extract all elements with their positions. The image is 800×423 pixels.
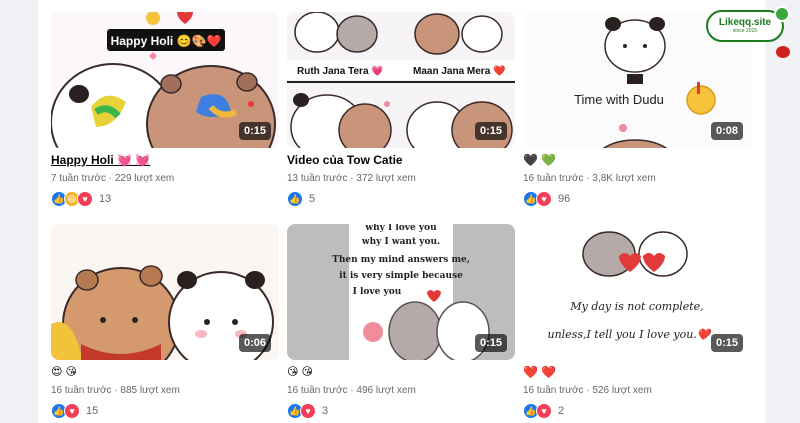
- title-hearts: 💓 💓: [117, 153, 151, 167]
- video-thumbnail[interactable]: My day is not complete, unless,I tell yo…: [523, 224, 751, 360]
- video-card[interactable]: why I love you why I want you. Then my m…: [287, 224, 515, 420]
- video-title[interactable]: 🖤 💚: [523, 153, 751, 170]
- reaction-count: 15: [86, 405, 99, 417]
- video-duration: 0:06: [238, 334, 271, 352]
- video-duration: 0:15: [238, 122, 271, 140]
- video-card[interactable]: Happy Holi 😊🎨❤️ 0:15 Happy Holi 💓 💓 7 tu…: [51, 12, 279, 208]
- love-reaction-icon: ♥: [300, 403, 316, 419]
- watermark-box: Likeqq.site since 2015: [706, 10, 784, 42]
- video-meta: 16 tuần trước · 885 lượt xem: [51, 385, 180, 396]
- love-reaction-icon: ♥: [77, 191, 93, 207]
- video-grid: Happy Holi 😊🎨❤️ 0:15 Happy Holi 💓 💓 7 tu…: [51, 12, 751, 420]
- video-card[interactable]: My day is not complete, unless,I tell yo…: [523, 224, 751, 420]
- video-meta: 16 tuần trước · 496 lượt xem: [287, 385, 416, 396]
- overlay-line: why I want you.: [361, 237, 440, 247]
- video-thumbnail[interactable]: 0:06: [51, 224, 279, 360]
- reaction-count: 96: [558, 193, 571, 205]
- video-duration: 0:08: [710, 122, 743, 140]
- reaction-summary[interactable]: 👍 ♥ 96: [523, 190, 751, 208]
- watermark-logo: Likeqq.site since 2015: [702, 6, 790, 58]
- video-thumbnail[interactable]: Ruth Jana Tera 💗 Maan Jana Mera ❤️ 0:15: [287, 12, 515, 148]
- video-title[interactable]: 😘 😘: [287, 365, 515, 382]
- reaction-count: 5: [309, 193, 316, 205]
- green-heart: 💚: [541, 153, 557, 167]
- video-title[interactable]: Video của Tow Catie: [287, 153, 515, 170]
- reaction-summary[interactable]: 👍 ♥ 3: [287, 402, 515, 420]
- overlay-line: Then my mind answers me,: [332, 255, 470, 265]
- video-meta: 16 tuần trước · 526 lượt xem: [523, 385, 652, 396]
- black-heart: 🖤: [523, 153, 538, 167]
- video-meta: 7 tuần trước · 229 lượt xem: [51, 173, 175, 184]
- reaction-summary[interactable]: 👍 😆 ♥ 13: [51, 190, 279, 208]
- reaction-count: 13: [99, 193, 112, 205]
- video-meta: 13 tuần trước · 372 lượt xem: [287, 173, 416, 184]
- reaction-count: 2: [558, 405, 565, 417]
- video-duration: 0:15: [710, 334, 743, 352]
- videos-panel: Happy Holi 😊🎨❤️ 0:15 Happy Holi 💓 💓 7 tu…: [38, 0, 765, 423]
- love-reaction-icon: ♥: [536, 403, 552, 419]
- watermark-name: Likeqq.site: [718, 17, 772, 28]
- overlay-line: I love you: [353, 287, 402, 297]
- overlay-right-text: Maan Jana Mera ❤️: [413, 65, 506, 77]
- video-duration: 0:15: [474, 122, 507, 140]
- video-title[interactable]: Happy Holi 💓 💓: [51, 153, 279, 170]
- video-meta: 16 tuần trước · 3,8K lượt xem: [523, 173, 656, 184]
- reaction-summary[interactable]: 👍 ♥ 15: [51, 402, 279, 420]
- reaction-summary[interactable]: 👍 ♥ 2: [523, 402, 751, 420]
- reaction-count: 3: [322, 405, 329, 417]
- video-card[interactable]: 0:06 😍 😘 16 tuần trước · 885 lượt xem 👍 …: [51, 224, 279, 420]
- overlay-text: Happy Holi 😊🎨❤️: [111, 33, 222, 48]
- video-title[interactable]: ❤️ ❤️: [523, 365, 751, 382]
- overlay-line: why I love you: [364, 224, 437, 233]
- overlay-line: My day is not complete,: [569, 300, 703, 313]
- video-card[interactable]: Ruth Jana Tera 💗 Maan Jana Mera ❤️ 0:15 …: [287, 12, 515, 208]
- love-reaction-icon: ♥: [536, 191, 552, 207]
- overlay-text: Time with Dudu: [574, 92, 664, 107]
- watermark-sub: since 2015: [732, 28, 758, 34]
- red-dot-icon: [776, 46, 790, 58]
- love-reaction-icon: ♥: [64, 403, 80, 419]
- video-thumbnail[interactable]: Happy Holi 😊🎨❤️ 0:15: [51, 12, 279, 148]
- video-title[interactable]: 😍 😘: [51, 365, 279, 382]
- overlay-line: unless,I tell you I love you.❤️: [547, 328, 713, 341]
- reaction-summary[interactable]: 👍 5: [287, 190, 515, 208]
- video-duration: 0:15: [474, 334, 507, 352]
- video-thumbnail[interactable]: why I love you why I want you. Then my m…: [287, 224, 515, 360]
- overlay-line: it is very simple because: [339, 271, 463, 281]
- like-reaction-icon: 👍: [287, 191, 303, 207]
- smiley-icon: [774, 6, 790, 22]
- overlay-left-text: Ruth Jana Tera 💗: [297, 65, 384, 77]
